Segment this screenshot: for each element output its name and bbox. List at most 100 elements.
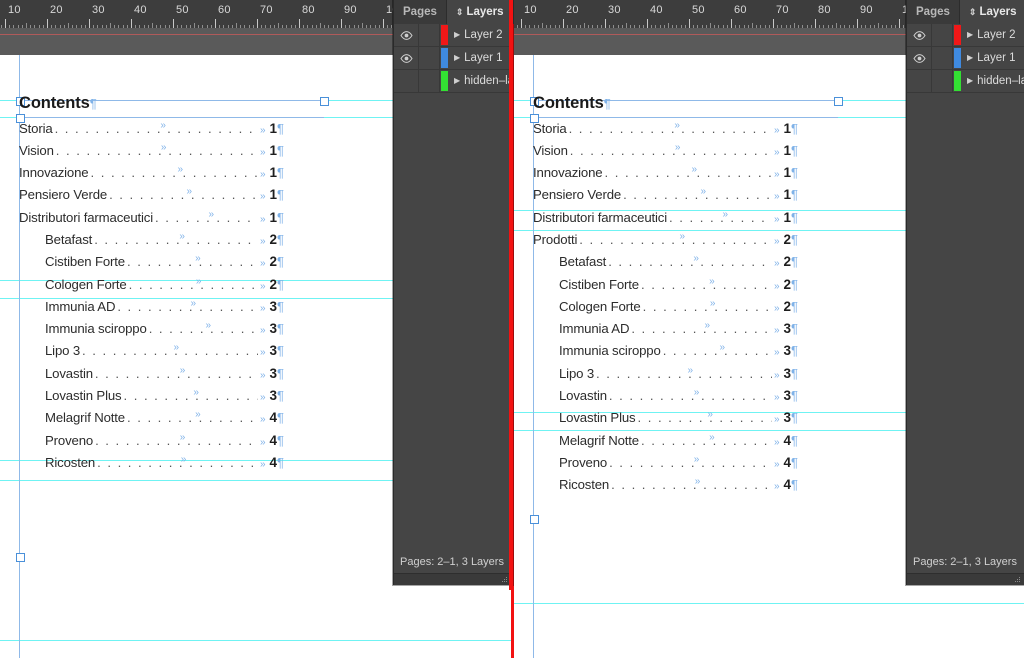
toc-leader-dots: . . . . . . . . . . . . . . . . . . . . … xyxy=(631,321,772,337)
frame-handle[interactable] xyxy=(530,515,539,524)
frame-handle[interactable] xyxy=(320,97,329,106)
eye-icon[interactable] xyxy=(907,47,932,69)
disclosure-triangle-icon[interactable]: ▶ xyxy=(454,77,460,85)
tab-layers[interactable]: ⇕ Layers xyxy=(446,0,514,24)
lock-toggle-cell[interactable] xyxy=(419,47,440,69)
panel-tab-bar[interactable]: Pages ⇕ Layers xyxy=(394,0,514,24)
toc-entry[interactable]: Cologen Forte. . . . . . . . . . . . . .… xyxy=(19,277,284,299)
panel-footer: Pages: 2–1, 3 Layers xyxy=(907,551,1024,585)
toc-entry[interactable]: Ricosten. . . . . . . . . . . . . . . . … xyxy=(533,477,798,499)
tab-pages[interactable]: Pages xyxy=(907,0,960,24)
toc-entry[interactable]: Cologen Forte. . . . . . . . . . . . . .… xyxy=(533,299,798,321)
disclosure-triangle-icon[interactable]: ▶ xyxy=(454,54,460,62)
resize-grip-icon[interactable] xyxy=(502,577,509,583)
toc-entry-title: Cistiben Forte xyxy=(45,254,125,270)
toc-entry[interactable]: Prodotti. . . . . . . . . . . . . . . . … xyxy=(533,232,798,254)
toc-entry[interactable]: Lovastin Plus. . . . . . . . . . . . . .… xyxy=(533,410,798,432)
toc-entry[interactable]: Vision. . . . . . . . . . . . . . . . . … xyxy=(19,143,284,165)
toc-entry[interactable]: Proveno. . . . . . . . . . . . . . . . .… xyxy=(19,433,284,455)
toc-entry[interactable]: Lipo 3. . . . . . . . . . . . . . . . . … xyxy=(533,366,798,388)
ruler-label: 60 xyxy=(734,4,747,16)
toc-entry[interactable]: Immunia AD. . . . . . . . . . . . . . . … xyxy=(533,321,798,343)
layer-row[interactable]: ▶ Layer 2 xyxy=(394,24,512,47)
panel-resize-bar[interactable] xyxy=(394,573,512,585)
layer-row[interactable]: ▶ hidden–la xyxy=(907,70,1024,93)
toc-entry[interactable]: Innovazione. . . . . . . . . . . . . . .… xyxy=(19,165,284,187)
layer-color-swatch xyxy=(953,47,962,69)
toc-entry[interactable]: Melagrif Notte. . . . . . . . . . . . . … xyxy=(19,410,284,432)
toc-entry[interactable]: Immunia sciroppo. . . . . . . . . . . . … xyxy=(533,343,798,365)
lock-toggle-cell[interactable] xyxy=(932,70,953,92)
toc-entry[interactable]: Pensiero Verde. . . . . . . . . . . . . … xyxy=(533,187,798,209)
layer-row[interactable]: ▶ Layer 2 xyxy=(907,24,1024,47)
toc-entry-title: Innovazione xyxy=(19,165,89,181)
toc-entry[interactable]: Vision. . . . . . . . . . . . . . . . . … xyxy=(533,143,798,165)
toc-entry-page: 3¶ xyxy=(269,365,285,381)
ruler-label: 80 xyxy=(818,4,831,16)
toc-entry[interactable]: Lovastin Plus. . . . . . . . . . . . . .… xyxy=(19,388,284,410)
tab-layers[interactable]: ⇕ Layers xyxy=(959,0,1024,24)
lock-toggle-cell[interactable] xyxy=(932,47,953,69)
toc-entry[interactable]: Betafast. . . . . . . . . . . . . . . . … xyxy=(19,232,284,254)
layer-row-list[interactable]: ▶ Layer 2 ▶ Layer 1 ▶ hidden–la xyxy=(907,24,1024,93)
panel-tab-bar[interactable]: Pages ⇕ Layers xyxy=(907,0,1024,24)
guide-horizontal[interactable] xyxy=(0,640,512,641)
pilcrow-mark: ¶ xyxy=(277,142,284,158)
lock-toggle-cell[interactable] xyxy=(932,24,953,46)
toc-entry[interactable]: Immunia sciroppo. . . . . . . . . . . . … xyxy=(19,321,284,343)
tab-marker-icon: » xyxy=(259,436,266,448)
layer-row[interactable]: ▶ Layer 1 xyxy=(907,47,1024,70)
layer-row[interactable]: ▶ hidden–la xyxy=(394,70,512,93)
resize-grip-icon[interactable] xyxy=(1015,577,1022,583)
toc-entry[interactable]: Lovastin. . . . . . . . . . . . . . . . … xyxy=(533,388,798,410)
layer-name-cell[interactable]: ▶ hidden–la xyxy=(449,70,512,92)
toc-block-left[interactable]: Contents¶ Storia. . . . . . . . . . . . … xyxy=(19,95,284,477)
toc-entry[interactable]: Cistiben Forte. . . . . . . . . . . . . … xyxy=(19,254,284,276)
toc-entry[interactable]: Immunia AD. . . . . . . . . . . . . . . … xyxy=(19,299,284,321)
layer-name-cell[interactable]: ▶ hidden–la xyxy=(962,70,1024,92)
layer-name-cell[interactable]: ▶ Layer 2 xyxy=(962,24,1024,46)
toc-entry[interactable]: Melagrif Notte. . . . . . . . . . . . . … xyxy=(533,433,798,455)
frame-handle[interactable] xyxy=(834,97,843,106)
lock-toggle-cell[interactable] xyxy=(419,24,440,46)
layer-name-cell[interactable]: ▶ Layer 2 xyxy=(449,24,512,46)
ruler-label: 20 xyxy=(566,4,579,16)
eye-icon[interactable] xyxy=(907,70,932,92)
disclosure-triangle-icon[interactable]: ▶ xyxy=(967,54,973,62)
toc-entry[interactable]: Lovastin. . . . . . . . . . . . . . . . … xyxy=(19,366,284,388)
disclosure-triangle-icon[interactable]: ▶ xyxy=(454,31,460,39)
pilcrow-mark: ¶ xyxy=(277,410,284,426)
toc-entry[interactable]: Storia. . . . . . . . . . . . . . . . . … xyxy=(533,121,798,143)
toc-entry[interactable]: Pensiero Verde. . . . . . . . . . . . . … xyxy=(19,187,284,209)
ruler-major-tick xyxy=(131,19,132,28)
toc-entry[interactable]: Distributori farmaceutici. . . . . . . .… xyxy=(19,210,284,232)
disclosure-triangle-icon[interactable]: ▶ xyxy=(967,31,973,39)
toc-entry[interactable]: Cistiben Forte. . . . . . . . . . . . . … xyxy=(533,277,798,299)
eye-icon[interactable] xyxy=(394,47,419,69)
toc-entry[interactable]: Innovazione. . . . . . . . . . . . . . .… xyxy=(533,165,798,187)
layer-row[interactable]: ▶ Layer 1 xyxy=(394,47,512,70)
toc-entry[interactable]: Lipo 3. . . . . . . . . . . . . . . . . … xyxy=(19,343,284,365)
guide-horizontal[interactable] xyxy=(514,603,1024,604)
layer-name-cell[interactable]: ▶ Layer 1 xyxy=(449,47,512,69)
lock-toggle-cell[interactable] xyxy=(419,70,440,92)
toc-entry[interactable]: Proveno. . . . . . . . . . . . . . . . .… xyxy=(533,455,798,477)
eye-icon[interactable] xyxy=(394,70,419,92)
toc-entry-title: Immunia sciroppo xyxy=(559,343,661,359)
toc-entry[interactable]: Betafast. . . . . . . . . . . . . . . . … xyxy=(533,254,798,276)
layers-panel-left[interactable]: Pages ⇕ Layers ▶ Layer 2 ▶ Layer 1 ▶ hidden–l… xyxy=(393,0,514,585)
toc-block-right[interactable]: Contents¶ Storia. . . . . . . . . . . . … xyxy=(533,95,798,500)
eye-icon[interactable] xyxy=(907,24,932,46)
panel-resize-bar[interactable] xyxy=(907,573,1024,585)
layer-name-cell[interactable]: ▶ Layer 1 xyxy=(962,47,1024,69)
tab-pages[interactable]: Pages xyxy=(394,0,447,24)
toc-entry[interactable]: Ricosten. . . . . . . . . . . . . . . . … xyxy=(19,455,284,477)
toc-entry[interactable]: Distributori farmaceutici. . . . . . . .… xyxy=(533,210,798,232)
layer-row-list[interactable]: ▶ Layer 2 ▶ Layer 1 ▶ hidden–la xyxy=(394,24,512,93)
frame-handle[interactable] xyxy=(16,553,25,562)
eye-icon[interactable] xyxy=(394,24,419,46)
toc-entry[interactable]: Storia. . . . . . . . . . . . . . . . . … xyxy=(19,121,284,143)
layers-panel-right[interactable]: Pages ⇕ Layers ▶ Layer 2 ▶ Layer 1 ▶ hidden–l… xyxy=(906,0,1024,585)
layer-color-swatch xyxy=(440,24,449,46)
disclosure-triangle-icon[interactable]: ▶ xyxy=(967,77,973,85)
